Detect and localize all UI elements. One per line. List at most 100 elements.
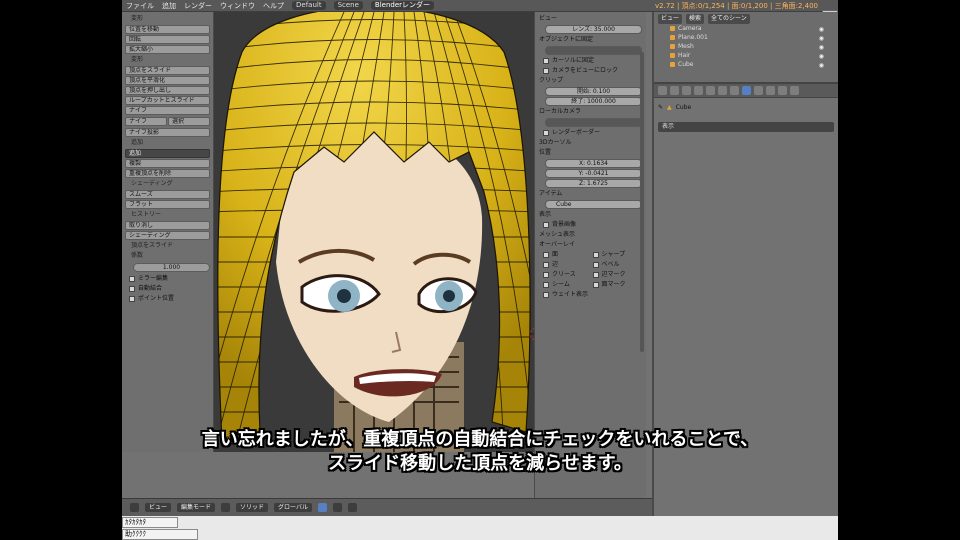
remove-doubles-button[interactable]: 重複頂点を削除 bbox=[125, 169, 210, 178]
particles-tab-icon[interactable] bbox=[778, 86, 787, 95]
cursor-x-field[interactable]: X: 0.1634 bbox=[545, 159, 642, 168]
modifiers-tab-icon[interactable] bbox=[730, 86, 739, 95]
section-add[interactable]: 追加 bbox=[125, 138, 210, 148]
properties-dropdown[interactable]: 表示 bbox=[658, 122, 834, 132]
local-camera-field[interactable] bbox=[545, 118, 642, 127]
lock-object-field[interactable] bbox=[545, 46, 642, 55]
knife-button[interactable]: ナイフ bbox=[125, 106, 210, 115]
lock-camera-checkbox[interactable]: カメラをビューにロック bbox=[543, 66, 642, 76]
factor-slider[interactable]: 1.000 bbox=[133, 263, 210, 272]
item-name-field[interactable]: Cube bbox=[545, 200, 642, 209]
lock-cursor-checkbox[interactable]: カーソルに固定 bbox=[543, 56, 642, 66]
render-engine-selector[interactable]: Blenderレンダー bbox=[370, 1, 435, 10]
shade-flat-button[interactable]: フラット bbox=[125, 200, 210, 209]
menu-help[interactable]: ヘルプ bbox=[263, 1, 284, 11]
checkbox-box bbox=[592, 262, 599, 268]
npanel-scrollbar[interactable] bbox=[640, 52, 644, 352]
scale-button[interactable]: 拡大縮小 bbox=[125, 45, 210, 54]
outliner-filter-selector[interactable]: 全てのシーン bbox=[708, 14, 750, 24]
undo-button[interactable]: 取り消し bbox=[125, 221, 210, 230]
menu-window[interactable]: ウィンドウ bbox=[220, 1, 255, 11]
knife-split-b[interactable]: 選択 bbox=[168, 117, 210, 126]
data-tab-icon[interactable] bbox=[742, 86, 751, 95]
outliner-item[interactable]: Hair ◉ bbox=[658, 51, 834, 60]
mirror-edit-checkbox[interactable]: ミラー編集 bbox=[129, 274, 210, 284]
outliner-view-menu[interactable]: ビュー bbox=[658, 14, 683, 24]
texture-tab-icon[interactable] bbox=[766, 86, 775, 95]
lens-field[interactable]: レンズ: 35.000 bbox=[545, 25, 642, 34]
overlay-faces-checkbox[interactable]: 面 bbox=[543, 250, 593, 260]
pin-icon[interactable]: ✎ bbox=[658, 102, 663, 114]
face-select-icon[interactable] bbox=[348, 503, 357, 512]
overlay-sharp-checkbox[interactable]: シャープ bbox=[592, 250, 643, 260]
outliner-item[interactable]: Mesh ◉ bbox=[658, 42, 834, 51]
section-item[interactable]: アイテム bbox=[539, 189, 642, 199]
layout-selector[interactable]: Default bbox=[292, 1, 326, 10]
vertex-select-icon[interactable] bbox=[318, 503, 327, 512]
section-history[interactable]: ヒストリー bbox=[125, 210, 210, 220]
outliner-search-menu[interactable]: 検索 bbox=[686, 14, 705, 24]
3d-viewport[interactable] bbox=[214, 12, 534, 452]
duplicate-button[interactable]: 複製 bbox=[125, 159, 210, 168]
task-button[interactable]: ｶﾀｶﾀｶﾀ bbox=[122, 517, 178, 528]
overlay-edge-mark-checkbox[interactable]: 辺マーク bbox=[592, 270, 643, 280]
scene-tab-icon[interactable] bbox=[682, 86, 691, 95]
scene-selector[interactable]: Scene bbox=[333, 1, 363, 10]
view-menu[interactable]: ビュー bbox=[145, 503, 172, 512]
section-view[interactable]: ビュー bbox=[539, 14, 642, 24]
material-tab-icon[interactable] bbox=[754, 86, 763, 95]
editor-type-icon[interactable] bbox=[130, 503, 139, 512]
object-tab-icon[interactable] bbox=[706, 86, 715, 95]
section-deform[interactable]: 変形 bbox=[125, 55, 210, 65]
knife-project-button[interactable]: ナイフ投影 bbox=[125, 128, 210, 137]
overlay-seam-checkbox[interactable]: シーム bbox=[543, 280, 593, 290]
weight-display-checkbox[interactable]: ウェイト表示 bbox=[543, 290, 642, 300]
shade-smooth-button[interactable]: スムーズ bbox=[125, 190, 210, 199]
section-display[interactable]: 表示 bbox=[539, 210, 642, 220]
translate-button[interactable]: 位置を移動 bbox=[125, 25, 210, 34]
rotate-button[interactable]: 回転 bbox=[125, 35, 210, 44]
pivot-selector[interactable]: グローバル bbox=[274, 503, 312, 512]
overlay-face-mark-checkbox[interactable]: 面マーク bbox=[592, 280, 643, 290]
loop-cut-button[interactable]: ループカットとスライド bbox=[125, 96, 210, 105]
mode-selector[interactable]: 編集モード bbox=[177, 503, 216, 512]
cursor-y-field[interactable]: Y: -0.0421 bbox=[545, 169, 642, 178]
menu-render[interactable]: レンダー bbox=[184, 1, 212, 11]
section-mesh-display[interactable]: メッシュ表示 bbox=[539, 230, 642, 240]
add-dropdown[interactable]: 追加 bbox=[125, 149, 210, 158]
background-images-checkbox[interactable]: 背景画像 bbox=[543, 220, 642, 230]
overlay-bevel-checkbox[interactable]: ベベル bbox=[592, 260, 643, 270]
clip-start-field[interactable]: 開始: 0.100 bbox=[545, 87, 642, 96]
clip-end-field[interactable]: 終了: 1000.000 bbox=[545, 97, 642, 106]
menu-file[interactable]: ファイル bbox=[126, 1, 154, 11]
section-shading[interactable]: シェーディング bbox=[125, 179, 210, 189]
outliner-item[interactable]: Plane.001 ◉ bbox=[658, 33, 834, 42]
outliner-item[interactable]: Cube ◉ bbox=[658, 60, 834, 69]
constraints-tab-icon[interactable] bbox=[718, 86, 727, 95]
render-tab-icon[interactable] bbox=[658, 86, 667, 95]
smooth-vertex-button[interactable]: 頂点を平滑化 bbox=[125, 76, 210, 85]
render-border-checkbox[interactable]: レンダーボーダー bbox=[543, 128, 642, 138]
edge-select-icon[interactable] bbox=[333, 503, 342, 512]
overlay-crease-checkbox[interactable]: クリース bbox=[543, 270, 593, 280]
layers-tab-icon[interactable] bbox=[670, 86, 679, 95]
vertex-slide-button[interactable]: 頂点をスライド bbox=[125, 66, 210, 75]
menu-add[interactable]: 追加 bbox=[162, 1, 176, 11]
outliner-item[interactable]: Camera ◉ bbox=[658, 24, 834, 33]
point-position-checkbox[interactable]: ポイント位置 bbox=[129, 294, 210, 304]
section-transform[interactable]: 変形 bbox=[125, 14, 210, 24]
auto-merge-checkbox[interactable]: 自動結合 bbox=[129, 284, 210, 294]
history-shading-button[interactable]: シェーディング bbox=[125, 231, 210, 240]
world-tab-icon[interactable] bbox=[694, 86, 703, 95]
cursor-z-field[interactable]: Z: 1.6725 bbox=[545, 179, 642, 188]
section-3d-cursor[interactable]: 3Dカーソル bbox=[539, 138, 642, 148]
section-vertex-slide[interactable]: 頂点をスライド bbox=[125, 241, 210, 251]
shading-icon[interactable] bbox=[221, 503, 231, 512]
overlay-edges-checkbox[interactable]: 辺 bbox=[543, 260, 593, 270]
eye-icon[interactable]: ◉ bbox=[819, 61, 824, 70]
extrude-vertex-button[interactable]: 頂点を押し出し bbox=[125, 86, 210, 95]
task-button[interactable]: 助ｸｸｸｸ bbox=[122, 529, 198, 540]
physics-tab-icon[interactable] bbox=[790, 86, 799, 95]
knife-split-a[interactable]: ナイフ bbox=[125, 117, 167, 126]
shading-selector[interactable]: ソリッド bbox=[236, 503, 269, 512]
